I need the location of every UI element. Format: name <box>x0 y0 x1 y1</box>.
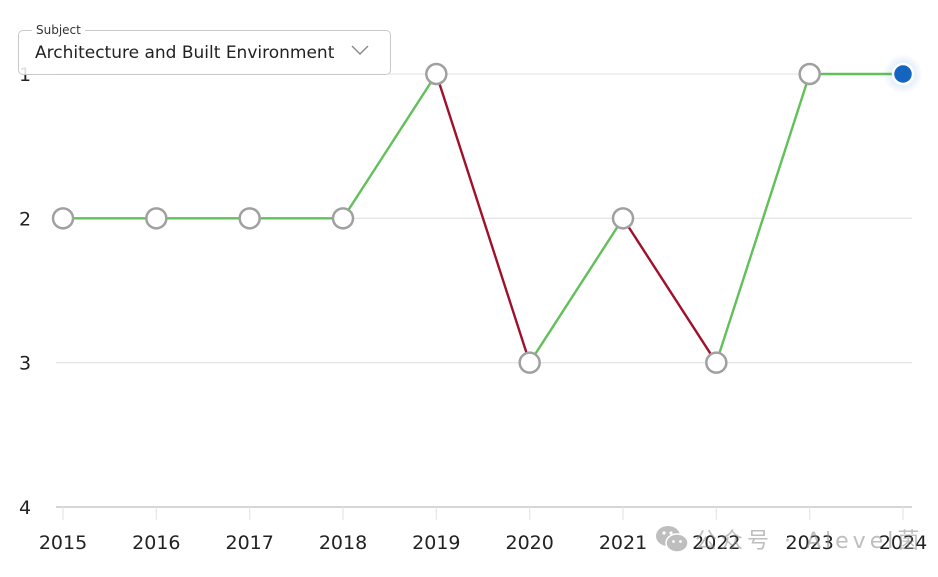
x-tick-label: 2016 <box>132 532 180 554</box>
rank-line-chart: 12342015 2016 2017 2018 2019 2020 2021 2022 2023… <box>19 54 927 554</box>
data-point[interactable] <box>611 207 635 230</box>
data-point[interactable] <box>425 62 448 86</box>
x-tick-label: 2021 <box>599 532 647 554</box>
data-point[interactable] <box>798 62 821 86</box>
y-tick-label: 3 <box>19 353 31 375</box>
x-tick-label: 2022 <box>692 532 740 554</box>
chevron-down-icon <box>351 45 369 55</box>
marker-layer <box>51 54 923 374</box>
data-point[interactable] <box>705 351 728 374</box>
data-point[interactable] <box>238 207 261 230</box>
x-tick-label: 2017 <box>225 532 273 554</box>
x-tick-label: 2019 <box>412 532 460 554</box>
subject-dropdown-label: Subject <box>32 22 85 38</box>
y-tick-label: 2 <box>19 208 31 230</box>
chart-container: 1 2 3 4 2015 2016 2017 2018 2019 2020 2021 2022 2023… <box>0 0 938 577</box>
axis-layer <box>56 506 912 520</box>
line-segment-improve <box>341 72 438 220</box>
data-point[interactable] <box>518 351 541 374</box>
data-point-active[interactable] <box>891 62 915 86</box>
line-segment-decline <box>621 217 718 364</box>
data-point[interactable] <box>145 207 168 230</box>
x-tick-label: 2023 <box>785 532 833 554</box>
subject-dropdown[interactable]: Subject Architecture and Built Environme… <box>18 22 391 75</box>
line-segment-improve <box>528 217 625 364</box>
x-tick-label: 2018 <box>319 532 367 554</box>
label-layer: 12342015 2016 2017 2018 2019 2020 2021 2022 2023… <box>19 64 927 554</box>
x-tick-label: 2024 <box>879 532 927 554</box>
data-point[interactable] <box>51 207 75 230</box>
x-tick-label: 2020 <box>505 532 553 554</box>
data-point[interactable] <box>331 207 355 230</box>
y-tick-label: 4 <box>19 497 31 519</box>
x-tick-label: 2015 <box>39 532 87 554</box>
subject-dropdown-value: Architecture and Built Environment <box>35 43 335 63</box>
